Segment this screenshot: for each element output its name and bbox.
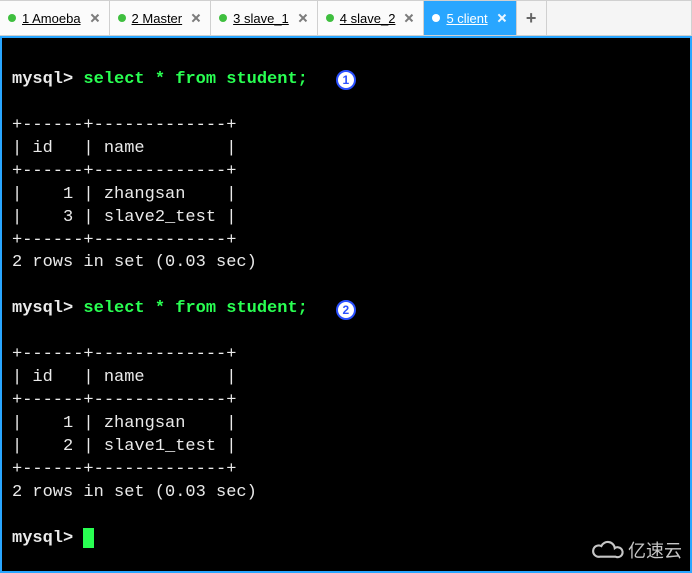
command-line-1: mysql> select * from student; 1 xyxy=(12,69,686,92)
close-icon[interactable] xyxy=(299,14,307,22)
table-border: +------+-------------+ xyxy=(12,460,236,479)
tab-bar: 1 Amoeba 2 Master 3 slave_1 4 slave_2 5 … xyxy=(0,0,692,36)
table-border: +------+-------------+ xyxy=(12,391,236,410)
table-border: +------+-------------+ xyxy=(12,345,236,364)
tab-slave1[interactable]: 3 slave_1 xyxy=(211,1,318,35)
table-row: | 1 | zhangsan | xyxy=(12,185,236,204)
table-border: +------+-------------+ xyxy=(12,162,236,181)
new-tab-button[interactable]: + xyxy=(517,1,547,35)
mysql-prompt: mysql> xyxy=(12,298,83,321)
annotation-badge-2: 2 xyxy=(336,300,356,320)
table-border: +------+-------------+ xyxy=(12,116,236,135)
tab-label: 1 Amoeba xyxy=(22,11,81,26)
status-dot-icon xyxy=(326,14,334,22)
status-dot-icon xyxy=(219,14,227,22)
table-row: | 3 | slave2_test | xyxy=(12,208,236,227)
tab-label: 3 slave_1 xyxy=(233,11,289,26)
status-dot-icon xyxy=(432,14,440,22)
status-text: 2 rows in set (0.03 sec) xyxy=(12,483,257,502)
mysql-prompt: mysql> xyxy=(12,69,83,92)
close-icon[interactable] xyxy=(498,14,506,22)
table-header: | id | name | xyxy=(12,139,236,158)
status-dot-icon xyxy=(8,14,16,22)
command-text: select * from student; xyxy=(83,69,307,92)
tab-amoeba[interactable]: 1 Amoeba xyxy=(0,1,110,35)
table-row: | 2 | slave1_test | xyxy=(12,437,236,456)
plus-icon: + xyxy=(526,8,537,29)
table-border: +------+-------------+ xyxy=(12,231,236,250)
status-dot-icon xyxy=(118,14,126,22)
tab-client[interactable]: 5 client xyxy=(424,1,516,35)
command-text: select * from student; xyxy=(83,298,307,321)
idle-prompt-line: mysql> xyxy=(12,528,686,551)
status-text: 2 rows in set (0.03 sec) xyxy=(12,253,257,272)
close-icon[interactable] xyxy=(91,14,99,22)
tab-label: 5 client xyxy=(446,11,487,26)
tab-label: 2 Master xyxy=(132,11,183,26)
tab-label: 4 slave_2 xyxy=(340,11,396,26)
tab-slave2[interactable]: 4 slave_2 xyxy=(318,1,425,35)
close-icon[interactable] xyxy=(405,14,413,22)
annotation-badge-1: 1 xyxy=(336,70,356,90)
table-header: | id | name | xyxy=(12,368,236,387)
cursor-icon xyxy=(83,528,94,548)
table-row: | 1 | zhangsan | xyxy=(12,414,236,433)
terminal[interactable]: mysql> select * from student; 1 +------+-… xyxy=(0,36,692,573)
close-icon[interactable] xyxy=(192,14,200,22)
tab-master[interactable]: 2 Master xyxy=(110,1,212,35)
command-line-2: mysql> select * from student; 2 xyxy=(12,298,686,321)
mysql-prompt: mysql> xyxy=(12,528,83,551)
